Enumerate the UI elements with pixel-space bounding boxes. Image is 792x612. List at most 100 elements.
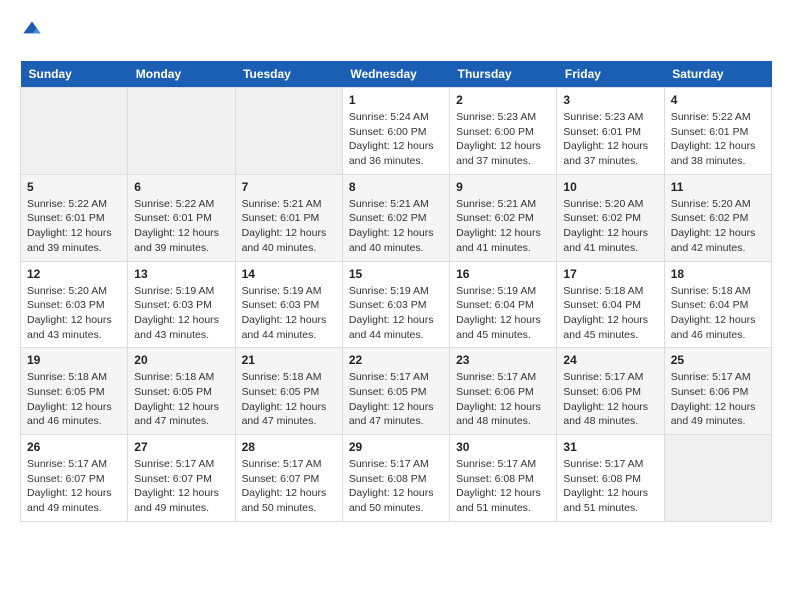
day-info: Sunrise: 5:17 AMSunset: 6:05 PMDaylight:… [349, 370, 443, 429]
calendar-cell: 23 Sunrise: 5:17 AMSunset: 6:06 PMDayligh… [450, 348, 557, 435]
day-info: Sunrise: 5:17 AMSunset: 6:07 PMDaylight:… [242, 457, 336, 516]
calendar-cell: 21 Sunrise: 5:18 AMSunset: 6:05 PMDayligh… [235, 348, 342, 435]
day-number: 12 [27, 267, 121, 281]
logo [20, 20, 42, 45]
logo-icon [22, 20, 42, 40]
weekday-header-row: SundayMondayTuesdayWednesdayThursdayFrid… [21, 61, 772, 88]
calendar-week-4: 19 Sunrise: 5:18 AMSunset: 6:05 PMDayligh… [21, 348, 772, 435]
day-number: 15 [349, 267, 443, 281]
day-info: Sunrise: 5:24 AMSunset: 6:00 PMDaylight:… [349, 110, 443, 169]
page-header [20, 20, 772, 45]
calendar-cell: 31 Sunrise: 5:17 AMSunset: 6:08 PMDayligh… [557, 435, 664, 522]
day-info: Sunrise: 5:19 AMSunset: 6:03 PMDaylight:… [349, 284, 443, 343]
day-number: 4 [671, 93, 765, 107]
calendar-cell: 4 Sunrise: 5:22 AMSunset: 6:01 PMDaylight… [664, 88, 771, 175]
day-info: Sunrise: 5:18 AMSunset: 6:05 PMDaylight:… [27, 370, 121, 429]
day-number: 13 [134, 267, 228, 281]
day-info: Sunrise: 5:17 AMSunset: 6:08 PMDaylight:… [456, 457, 550, 516]
calendar-cell: 27 Sunrise: 5:17 AMSunset: 6:07 PMDayligh… [128, 435, 235, 522]
calendar-cell: 20 Sunrise: 5:18 AMSunset: 6:05 PMDayligh… [128, 348, 235, 435]
day-number: 16 [456, 267, 550, 281]
day-info: Sunrise: 5:17 AMSunset: 6:07 PMDaylight:… [134, 457, 228, 516]
calendar-cell: 19 Sunrise: 5:18 AMSunset: 6:05 PMDayligh… [21, 348, 128, 435]
day-info: Sunrise: 5:19 AMSunset: 6:03 PMDaylight:… [242, 284, 336, 343]
day-info: Sunrise: 5:20 AMSunset: 6:02 PMDaylight:… [563, 197, 657, 256]
calendar-cell: 22 Sunrise: 5:17 AMSunset: 6:05 PMDayligh… [342, 348, 449, 435]
day-info: Sunrise: 5:19 AMSunset: 6:04 PMDaylight:… [456, 284, 550, 343]
weekday-header-sunday: Sunday [21, 61, 128, 88]
day-info: Sunrise: 5:17 AMSunset: 6:08 PMDaylight:… [349, 457, 443, 516]
calendar-cell: 3 Sunrise: 5:23 AMSunset: 6:01 PMDaylight… [557, 88, 664, 175]
day-info: Sunrise: 5:21 AMSunset: 6:01 PMDaylight:… [242, 197, 336, 256]
weekday-header-thursday: Thursday [450, 61, 557, 88]
calendar-cell: 18 Sunrise: 5:18 AMSunset: 6:04 PMDayligh… [664, 261, 771, 348]
day-info: Sunrise: 5:18 AMSunset: 6:04 PMDaylight:… [671, 284, 765, 343]
calendar-cell: 13 Sunrise: 5:19 AMSunset: 6:03 PMDayligh… [128, 261, 235, 348]
day-number: 18 [671, 267, 765, 281]
day-number: 30 [456, 440, 550, 454]
day-info: Sunrise: 5:23 AMSunset: 6:01 PMDaylight:… [563, 110, 657, 169]
day-number: 5 [27, 180, 121, 194]
day-number: 11 [671, 180, 765, 194]
calendar-week-2: 5 Sunrise: 5:22 AMSunset: 6:01 PMDaylight… [21, 174, 772, 261]
calendar-week-5: 26 Sunrise: 5:17 AMSunset: 6:07 PMDayligh… [21, 435, 772, 522]
day-number: 8 [349, 180, 443, 194]
day-number: 6 [134, 180, 228, 194]
calendar-table: SundayMondayTuesdayWednesdayThursdayFrid… [20, 61, 772, 522]
calendar-cell: 12 Sunrise: 5:20 AMSunset: 6:03 PMDayligh… [21, 261, 128, 348]
day-number: 20 [134, 353, 228, 367]
day-info: Sunrise: 5:22 AMSunset: 6:01 PMDaylight:… [671, 110, 765, 169]
day-number: 26 [27, 440, 121, 454]
day-info: Sunrise: 5:18 AMSunset: 6:05 PMDaylight:… [134, 370, 228, 429]
day-number: 14 [242, 267, 336, 281]
calendar-cell: 2Sunrise: 5:23 AMSunset: 6:00 PMDaylight… [450, 88, 557, 175]
day-info: Sunrise: 5:17 AMSunset: 6:08 PMDaylight:… [563, 457, 657, 516]
day-number: 7 [242, 180, 336, 194]
day-number: 22 [349, 353, 443, 367]
calendar-cell [21, 88, 128, 175]
calendar-cell: 9Sunrise: 5:21 AMSunset: 6:02 PMDaylight… [450, 174, 557, 261]
calendar-week-1: 1 Sunrise: 5:24 AMSunset: 6:00 PMDaylight… [21, 88, 772, 175]
calendar-cell [664, 435, 771, 522]
day-number: 23 [456, 353, 550, 367]
day-info: Sunrise: 5:20 AMSunset: 6:03 PMDaylight:… [27, 284, 121, 343]
day-number: 21 [242, 353, 336, 367]
weekday-header-friday: Friday [557, 61, 664, 88]
calendar-cell: 11 Sunrise: 5:20 AMSunset: 6:02 PMDayligh… [664, 174, 771, 261]
day-info: Sunrise: 5:18 AMSunset: 6:05 PMDaylight:… [242, 370, 336, 429]
day-number: 17 [563, 267, 657, 281]
calendar-cell: 14 Sunrise: 5:19 AMSunset: 6:03 PMDayligh… [235, 261, 342, 348]
day-number: 28 [242, 440, 336, 454]
calendar-cell [128, 88, 235, 175]
weekday-header-wednesday: Wednesday [342, 61, 449, 88]
calendar-cell: 29Sunrise: 5:17 AMSunset: 6:08 PMDayligh… [342, 435, 449, 522]
calendar-cell: 16 Sunrise: 5:19 AMSunset: 6:04 PMDayligh… [450, 261, 557, 348]
day-info: Sunrise: 5:18 AMSunset: 6:04 PMDaylight:… [563, 284, 657, 343]
day-number: 3 [563, 93, 657, 107]
day-number: 31 [563, 440, 657, 454]
day-number: 24 [563, 353, 657, 367]
calendar-cell: 17 Sunrise: 5:18 AMSunset: 6:04 PMDayligh… [557, 261, 664, 348]
day-number: 1 [349, 93, 443, 107]
calendar-cell: 15 Sunrise: 5:19 AMSunset: 6:03 PMDayligh… [342, 261, 449, 348]
day-info: Sunrise: 5:19 AMSunset: 6:03 PMDaylight:… [134, 284, 228, 343]
calendar-cell [235, 88, 342, 175]
day-info: Sunrise: 5:23 AMSunset: 6:00 PMDaylight:… [456, 110, 550, 169]
day-info: Sunrise: 5:20 AMSunset: 6:02 PMDaylight:… [671, 197, 765, 256]
calendar-cell: 5Sunrise: 5:22 AMSunset: 6:01 PMDaylight… [21, 174, 128, 261]
day-number: 10 [563, 180, 657, 194]
day-info: Sunrise: 5:22 AMSunset: 6:01 PMDaylight:… [134, 197, 228, 256]
calendar-cell: 30 Sunrise: 5:17 AMSunset: 6:08 PMDayligh… [450, 435, 557, 522]
day-number: 9 [456, 180, 550, 194]
calendar-cell: 24Sunrise: 5:17 AMSunset: 6:06 PMDayligh… [557, 348, 664, 435]
calendar-cell: 25Sunrise: 5:17 AMSunset: 6:06 PMDayligh… [664, 348, 771, 435]
calendar-cell: 10 Sunrise: 5:20 AMSunset: 6:02 PMDayligh… [557, 174, 664, 261]
day-info: Sunrise: 5:17 AMSunset: 6:06 PMDaylight:… [456, 370, 550, 429]
calendar-cell: 1 Sunrise: 5:24 AMSunset: 6:00 PMDaylight… [342, 88, 449, 175]
day-number: 25 [671, 353, 765, 367]
day-info: Sunrise: 5:17 AMSunset: 6:07 PMDaylight:… [27, 457, 121, 516]
day-info: Sunrise: 5:21 AMSunset: 6:02 PMDaylight:… [349, 197, 443, 256]
day-number: 27 [134, 440, 228, 454]
calendar-cell: 6 Sunrise: 5:22 AMSunset: 6:01 PMDaylight… [128, 174, 235, 261]
day-number: 19 [27, 353, 121, 367]
